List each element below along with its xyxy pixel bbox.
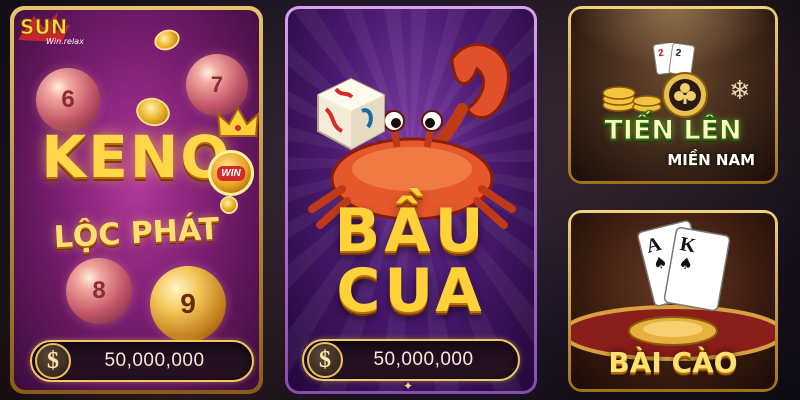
sparkle-icon: ✦ — [402, 379, 414, 391]
logo-subtext: Win.relax — [46, 37, 84, 46]
jackpot-bar-baucua: $ 50,000,000 — [302, 339, 520, 381]
game-card-keno[interactable]: 6 7 8 9 KENO WIN LỘC PHÁT $ 50,000,000 — [10, 6, 263, 394]
svg-text:❄: ❄ — [729, 76, 751, 106]
baucua-title-line2: CUA — [336, 256, 486, 326]
logo-text: SUN — [20, 15, 67, 39]
keno-ball: 8 — [66, 258, 132, 324]
jackpot-amount: 50,000,000 — [104, 350, 205, 371]
jackpot-amount: 50,000,000 — [373, 349, 474, 370]
dice-icon — [317, 77, 385, 151]
tienlen-title: TIẾN LÊN — [604, 115, 742, 146]
win-badge-label: WIN — [217, 165, 245, 181]
sunwin-logo: SUN Win.relax — [14, 10, 110, 48]
baucua-title-line1: BẦU — [334, 196, 488, 266]
keno-subtitle: LỘC PHÁT — [52, 211, 221, 256]
game-card-tienlen[interactable]: 2 2 ❄ TIẾN LÊN MIỀN NAM — [568, 6, 778, 184]
win-badge: WIN — [208, 150, 254, 196]
game-card-baucua[interactable]: BẦU CUA $ 50,000,000 ✦ — [285, 6, 537, 394]
game-card-baicao[interactable]: A ♠ K ♠ BÀI CÀO — [568, 210, 778, 392]
jackpot-bar-keno: $ 50,000,000 — [30, 340, 254, 382]
baicao-title: BÀI CÀO — [608, 346, 738, 379]
dollar-icon: $ — [307, 342, 343, 378]
tienlen-subtitle: MIỀN NAM — [667, 151, 755, 169]
keno-ball: 9 — [150, 266, 226, 342]
playing-cards-icon: A ♠ K ♠ — [637, 220, 731, 312]
dollar-icon: $ — [35, 343, 71, 379]
coin-icon — [151, 26, 183, 54]
cards-and-chips-icon: 2 2 ❄ — [602, 43, 751, 118]
